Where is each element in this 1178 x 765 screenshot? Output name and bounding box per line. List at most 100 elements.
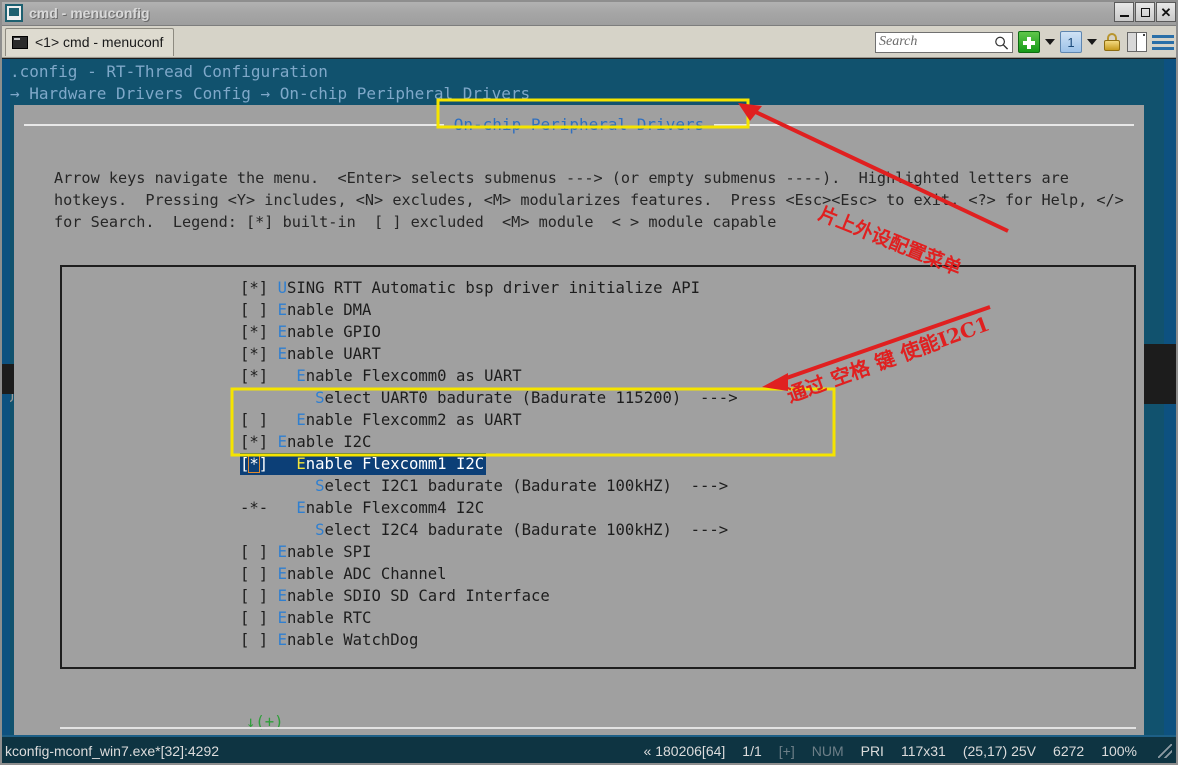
menu-item[interactable]: [ ] Enable DMA <box>240 299 738 321</box>
menu-item-label: nable ADC Channel <box>287 565 447 583</box>
menu-item-row[interactable]: Select I2C1 badurate (Badurate 100kHZ) -… <box>240 475 738 497</box>
status-item: 100% <box>1101 743 1137 759</box>
breadcrumb: .config - RT-Thread Configuration→ Hardw… <box>10 61 530 105</box>
menu-item[interactable]: Select I2C4 badurate (Badurate 100kHZ) -… <box>240 519 738 541</box>
status-item: PRI <box>861 743 884 759</box>
terminal-icon <box>12 36 28 49</box>
menu-item-row[interactable]: [*] Enable Flexcomm1 I2C <box>240 453 738 475</box>
status-item: (25,17) 25V <box>963 743 1036 759</box>
menu-item[interactable]: [*] Enable UART <box>240 343 738 365</box>
tab-label: <1> cmd - menuconf <box>35 34 163 50</box>
dialog-title-line: On-chip Peripheral Drivers <box>14 115 1144 134</box>
menu-item-row[interactable]: [ ] Enable RTC <box>240 607 738 629</box>
menu-item[interactable]: [*] Enable I2C <box>240 431 738 453</box>
menu-item-label: elect UART0 badurate (Badurate 115200) -… <box>325 389 738 407</box>
menu-item-hotkey: E <box>296 455 305 473</box>
help-text: Arrow keys navigate the menu. <Enter> se… <box>54 167 1144 233</box>
close-button[interactable]: ✕ <box>1156 2 1176 22</box>
search-input[interactable]: Search <box>875 32 1013 53</box>
hamburger-menu-icon[interactable] <box>1152 32 1174 52</box>
menu-item-label: nable WatchDog <box>287 631 418 649</box>
search-placeholder: Search <box>879 34 917 50</box>
menu-item[interactable]: [*] Enable Flexcomm1 I2C <box>240 453 486 475</box>
tab-strip: <1> cmd - menuconf Search 1 <box>0 26 1178 58</box>
dialog-divider <box>60 727 1136 729</box>
menu-item-hotkey: U <box>278 279 287 297</box>
menu-item[interactable]: [ ] Enable Flexcomm2 as UART <box>240 409 738 431</box>
maximize-button[interactable] <box>1135 2 1155 22</box>
menu-item[interactable]: [ ] Enable ADC Channel <box>240 563 738 585</box>
menu-item-label: nable SDIO SD Card Interface <box>287 587 550 605</box>
menu-item[interactable]: [ ] Enable WatchDog <box>240 629 738 651</box>
menu-item-label: nable Flexcomm1 I2C <box>306 455 484 473</box>
pane-chevron-down-icon[interactable] <box>1087 39 1097 45</box>
split-pane-button[interactable] <box>1127 32 1147 52</box>
menu-item-row[interactable]: Select UART0 badurate (Badurate 115200) … <box>240 387 738 409</box>
menu-item-label: nable RTC <box>287 609 372 627</box>
menu-item-label: nable Flexcomm4 I2C <box>306 499 484 517</box>
resize-grip[interactable] <box>1158 744 1172 758</box>
minimize-button[interactable] <box>1114 2 1134 22</box>
menu-item-hotkey: S <box>315 477 324 495</box>
pane-index-button[interactable]: 1 <box>1060 31 1082 53</box>
toolbar: Search 1 <box>875 26 1174 58</box>
menu-item-row[interactable]: Select I2C4 badurate (Badurate 100kHZ) -… <box>240 519 738 541</box>
menu-item-hotkey: E <box>278 609 287 627</box>
cursor-box: * <box>248 455 259 473</box>
dialog-title: On-chip Peripheral Drivers <box>444 115 714 134</box>
menu-item-label: elect I2C4 badurate (Badurate 100kHZ) --… <box>325 521 729 539</box>
menu-item-label: nable I2C <box>287 433 372 451</box>
menu-item-hotkey: E <box>278 565 287 583</box>
menu-item-hotkey: E <box>278 631 287 649</box>
menu-item-row[interactable]: [*] Enable GPIO <box>240 321 738 343</box>
menu-item-hotkey: E <box>278 587 287 605</box>
menu-item-label: nable DMA <box>287 301 372 319</box>
menu-item[interactable]: [ ] Enable RTC <box>240 607 738 629</box>
application-window: cmd - menuconfig ✕ <1> cmd - menuconf Se… <box>0 0 1178 765</box>
status-items: « 180206[64]1/1[+]NUMPRI117x31(25,17) 25… <box>644 743 1172 759</box>
menu-item[interactable]: Select UART0 badurate (Badurate 115200) … <box>240 387 738 409</box>
breadcrumb-line-1: .config - RT-Thread Configuration <box>10 62 328 81</box>
title-rule-right <box>714 124 1134 126</box>
status-item: 6272 <box>1053 743 1084 759</box>
menu-item-hotkey: E <box>296 499 305 517</box>
menu-item-hotkey: E <box>278 433 287 451</box>
menu-item-label: nable Flexcomm2 as UART <box>306 411 522 429</box>
menu-item-label: nable GPIO <box>287 323 381 341</box>
menu-item-row[interactable]: [ ] Enable WatchDog <box>240 629 738 651</box>
status-item: 117x31 <box>901 743 946 759</box>
menu-item-row[interactable]: [ ] Enable ADC Channel <box>240 563 738 585</box>
new-tab-chevron-down-icon[interactable] <box>1045 39 1055 45</box>
menu-item-row[interactable]: [ ] Enable SDIO SD Card Interface <box>240 585 738 607</box>
new-tab-button[interactable] <box>1018 31 1040 53</box>
status-bar: kconfig-mconf_win7.exe*[32]:4292 « 18020… <box>0 735 1178 765</box>
menu-item-hotkey: E <box>278 543 287 561</box>
console-left-gutter <box>0 59 10 735</box>
status-item: « 180206[64] <box>644 743 726 759</box>
menu-item-label: elect I2C1 badurate (Badurate 100kHZ) --… <box>325 477 729 495</box>
menu-item[interactable]: -*- Enable Flexcomm4 I2C <box>240 497 738 519</box>
menu-item[interactable]: Select I2C1 badurate (Badurate 100kHZ) -… <box>240 475 738 497</box>
menu-item[interactable]: [ ] Enable SPI <box>240 541 738 563</box>
menu-item-row[interactable]: [ ] Enable SPI <box>240 541 738 563</box>
lock-icon[interactable] <box>1102 31 1122 53</box>
menu-item-row[interactable]: [*] Enable UART <box>240 343 738 365</box>
menu-item[interactable]: [*] USING RTT Automatic bsp driver initi… <box>240 277 738 299</box>
menu-item-row[interactable]: [*] Enable I2C <box>240 431 738 453</box>
menu-item[interactable]: [ ] Enable SDIO SD Card Interface <box>240 585 738 607</box>
menu-item-hotkey: E <box>278 301 287 319</box>
console-area: US SP .config - RT-Thread Configuration→… <box>0 59 1178 735</box>
window-controls: ✕ <box>1114 2 1176 22</box>
search-icon[interactable] <box>994 35 1009 51</box>
status-item: [+] <box>779 743 795 759</box>
menu-item-row[interactable]: [*] Enable Flexcomm0 as UART <box>240 365 738 387</box>
menu-item-row[interactable]: [ ] Enable DMA <box>240 299 738 321</box>
menu-item-label: nable SPI <box>287 543 372 561</box>
tab-cmd-menuconf[interactable]: <1> cmd - menuconf <box>5 28 174 56</box>
menu-item[interactable]: [*] Enable Flexcomm0 as UART <box>240 365 738 387</box>
menu-item-row[interactable]: -*- Enable Flexcomm4 I2C <box>240 497 738 519</box>
menu-item-row[interactable]: [*] USING RTT Automatic bsp driver initi… <box>240 277 738 299</box>
menu-item-row[interactable]: [ ] Enable Flexcomm2 as UART <box>240 409 738 431</box>
menu-item[interactable]: [*] Enable GPIO <box>240 321 738 343</box>
window-titlebar: cmd - menuconfig ✕ <box>0 0 1178 26</box>
